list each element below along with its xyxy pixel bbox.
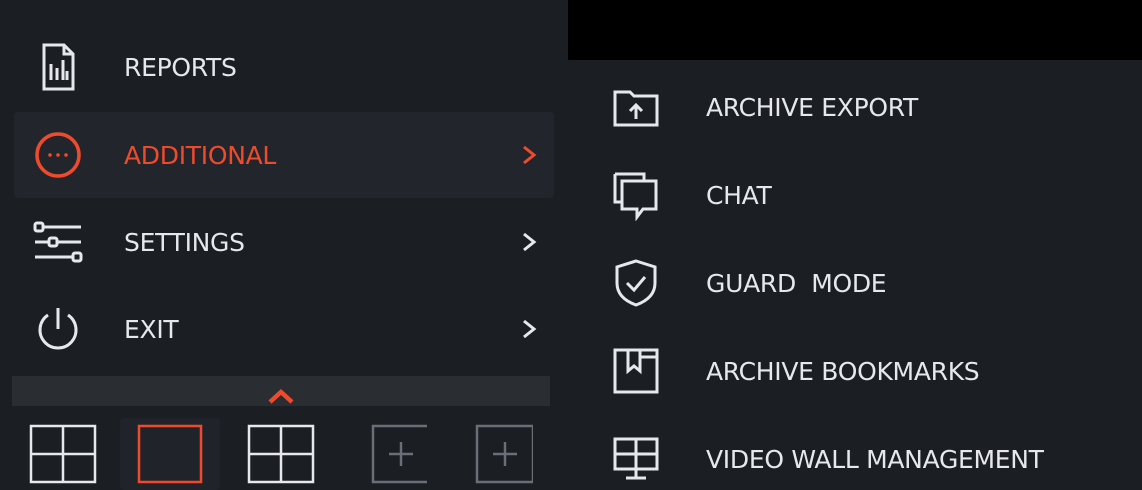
submenu-label-video-wall-management: VIDEO WALL MANAGEMENT (706, 444, 1044, 474)
power-icon (30, 301, 86, 357)
submenu-label-archive-bookmarks: ARCHIVE BOOKMARKS (706, 356, 980, 386)
add-layout-button[interactable] (448, 418, 548, 490)
chevron-right-icon (518, 317, 540, 341)
submenu-item-archive-bookmarks[interactable]: ARCHIVE BOOKMARKS (568, 328, 1142, 414)
sliders-icon (30, 214, 86, 270)
layout-bar (0, 418, 568, 490)
layout-grid-2x2-button[interactable] (14, 418, 114, 490)
menu-label-additional: ADDITIONAL (124, 140, 277, 170)
grid-2x2-icon (247, 417, 317, 490)
menu-label-exit: EXIT (124, 314, 179, 344)
submenu-item-chat[interactable]: CHAT (568, 152, 1142, 238)
submenu-label-guard-mode: GUARD MODE (706, 268, 887, 298)
more-circle-icon (30, 127, 86, 183)
chat-icon (608, 167, 664, 223)
add-layout-icon (463, 417, 535, 490)
menu-item-exit[interactable]: EXIT (14, 286, 554, 372)
main-menu: REPORTS ADDITIONAL SETTINGS EXIT (0, 0, 568, 490)
menu-item-additional[interactable]: ADDITIONAL (14, 112, 554, 198)
submenu-item-guard-mode[interactable]: GUARD MODE (568, 240, 1142, 326)
folder-upload-icon (608, 79, 664, 135)
video-wall-icon (608, 431, 664, 487)
add-layout-button[interactable] (342, 418, 442, 490)
menu-item-reports[interactable]: REPORTS (14, 24, 554, 110)
menu-label-settings: SETTINGS (124, 227, 245, 257)
submenu-label-archive-export: ARCHIVE EXPORT (706, 92, 918, 122)
layout-single-view-button[interactable] (120, 418, 220, 490)
chevron-right-icon (518, 230, 540, 254)
add-layout-icon (357, 417, 431, 490)
shield-check-icon (608, 255, 664, 311)
submenu-label-chat: CHAT (706, 180, 772, 210)
grid-2x2-icon (29, 417, 99, 490)
chevron-right-icon (518, 143, 540, 167)
submenu-item-archive-export[interactable]: ARCHIVE EXPORT (568, 64, 1142, 150)
submenu-item-video-wall-management[interactable]: VIDEO WALL MANAGEMENT (568, 416, 1142, 490)
layout-grid-2x2-button[interactable] (232, 418, 332, 490)
menu-item-settings[interactable]: SETTINGS (14, 199, 554, 285)
collapse-menu-button[interactable] (12, 376, 550, 406)
chevron-up-icon (266, 370, 296, 412)
top-bar (568, 0, 1142, 60)
reports-icon (30, 39, 86, 95)
bookmark-icon (608, 343, 664, 399)
menu-label-reports: REPORTS (124, 52, 237, 82)
single-view-icon (135, 417, 205, 490)
additional-submenu: ARCHIVE EXPORT CHAT GUARD MODE ARCHIVE B… (568, 60, 1142, 490)
